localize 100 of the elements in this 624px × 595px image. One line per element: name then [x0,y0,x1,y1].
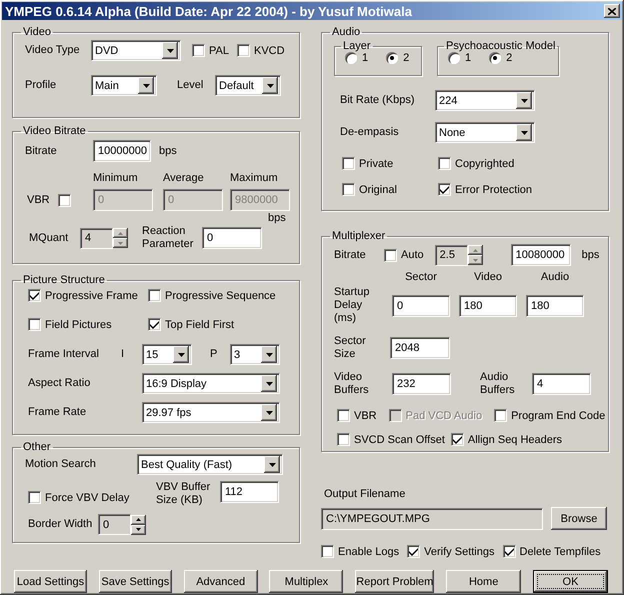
checkbox[interactable]: SVCD Scan Offset [337,433,445,446]
field-label: Bitrate [25,144,58,158]
close-icon[interactable] [608,8,616,14]
spin-field[interactable]: 0 [98,514,131,535]
field-label: Border Width [28,518,94,531]
dropdown[interactable]: DVD [91,40,181,61]
dialog-button[interactable]: Load Settings [14,570,87,593]
field-label: VBR [27,194,51,206]
field-label: Sector Size [334,335,367,361]
close-button[interactable] [604,4,620,18]
checkbox[interactable]: Delete Tempfiles [502,545,601,558]
dialog-button[interactable]: Report Problem [355,570,434,593]
dropdown-arrow-icon[interactable] [142,84,150,88]
field-label: bps [268,212,286,225]
field-label: Startup Delay (ms) [334,286,370,325]
check-icon [504,548,514,556]
field-label: Level [177,79,204,92]
dropdown-arrow-icon[interactable] [166,48,174,52]
group-title: Layer [342,40,372,52]
field-label: Audio Buffers [480,371,516,397]
dropdown[interactable]: Main [91,75,157,96]
checkbox[interactable]: PAL [192,44,229,57]
dropdown[interactable]: 3 [230,344,280,365]
checkbox[interactable]: Private [342,157,394,170]
group-title: Psychoacoustic Model [445,40,556,52]
field-label: VBV Buffer Size (KB) [156,481,212,507]
checkbox[interactable]: Progressive Sequence [148,289,276,302]
checkbox[interactable] [58,194,71,206]
group-title: Video [22,26,52,38]
checkbox[interactable]: Original [342,183,397,196]
spin-buttons[interactable] [131,514,146,534]
text-field[interactable]: 180 [459,294,517,316]
field-label: Minimum [93,172,139,185]
dropdown[interactable]: 224 [435,90,535,111]
text-field[interactable]: 10000000 [93,140,151,162]
field-label: Video Buffers [334,371,370,397]
dropdown-arrow-icon[interactable] [520,98,528,102]
checkbox[interactable]: Auto [384,248,424,262]
text-field[interactable]: C:\YMPEGOUT.MPG [321,508,543,530]
dropdown[interactable]: 16:9 Display [142,373,280,394]
checkbox[interactable]: KVCD [236,44,285,57]
dropdown-arrow-icon[interactable] [266,352,272,356]
checkbox[interactable]: Verify Settings [407,545,494,558]
dropdown[interactable]: 29.97 fps [142,402,280,423]
checkbox[interactable]: Top Field First [148,318,234,331]
field-label: De-empasis [340,126,400,139]
field-label: Output Filename [324,488,406,501]
field-label: Maximum [230,172,279,185]
checkbox[interactable]: VBR [337,409,377,422]
text-field[interactable]: 10080000 [510,244,571,266]
text-field[interactable]: 4 [532,373,591,395]
dropdown[interactable]: None [435,122,535,143]
check-icon [30,292,39,300]
group-title: Audio [331,26,362,38]
checkbox[interactable]: Program End Code [494,409,606,422]
field-label: Video [473,271,503,284]
field-label: bps [159,144,177,158]
browse-button[interactable]: Browse [551,507,607,530]
check-icon [409,548,418,556]
dialog-button[interactable]: Advanced [184,570,258,593]
field-label: Bit Rate (Kbps) [340,94,416,107]
text-field[interactable]: 0 [392,294,450,316]
dropdown-arrow-icon[interactable] [266,410,272,414]
text-field[interactable]: 112 [220,481,279,503]
field-label: Frame Rate [28,406,88,419]
dialog-button[interactable]: Home [446,570,522,593]
checkbox[interactable]: Enable Logs [321,545,400,558]
dropdown-arrow-icon[interactable] [266,382,272,386]
field-label: Average [163,172,205,185]
field-label: Motion Search [25,458,97,471]
checkbox[interactable]: Progressive Frame [28,289,138,302]
field-label: P [210,348,218,361]
field-label: Reaction Parameter [142,225,194,251]
checkbox[interactable]: Allign Seq Headers [450,433,562,446]
text-field[interactable]: 232 [392,373,451,395]
field-label: Profile [25,79,58,92]
dialog-button[interactable]: Multiplex [269,570,344,593]
checkbox[interactable]: Force VBV Delay [28,491,130,504]
dropdown[interactable]: Best Quality (Fast) [137,454,283,475]
field-label: Audio [540,271,570,284]
dropdown-arrow-icon[interactable] [266,84,274,88]
check-icon [440,186,449,194]
checkbox[interactable]: Error Protection [438,183,532,196]
dropdown-arrow-icon[interactable] [178,352,184,356]
text-field[interactable]: 180 [526,294,584,316]
dropdown-arrow-icon[interactable] [268,462,276,466]
dropdown-arrow-icon[interactable] [520,130,528,134]
dropdown[interactable]: Default [215,75,281,96]
checkbox[interactable]: Copyrighted [438,157,514,170]
group-title: Picture Structure [22,274,106,286]
dialog-button[interactable]: Save Settings [98,570,172,593]
text-field[interactable]: 0 [202,227,262,249]
dropdown[interactable]: 15 [142,344,192,365]
group-title: Video Bitrate [22,125,87,137]
field-label: Video Type [25,44,81,57]
dialog-button[interactable]: OK [532,570,608,593]
field-label: bps [582,248,600,262]
text-field[interactable]: 2048 [390,337,450,359]
group-title: Multiplexer [331,230,386,242]
checkbox[interactable]: Field Pictures [28,318,112,331]
